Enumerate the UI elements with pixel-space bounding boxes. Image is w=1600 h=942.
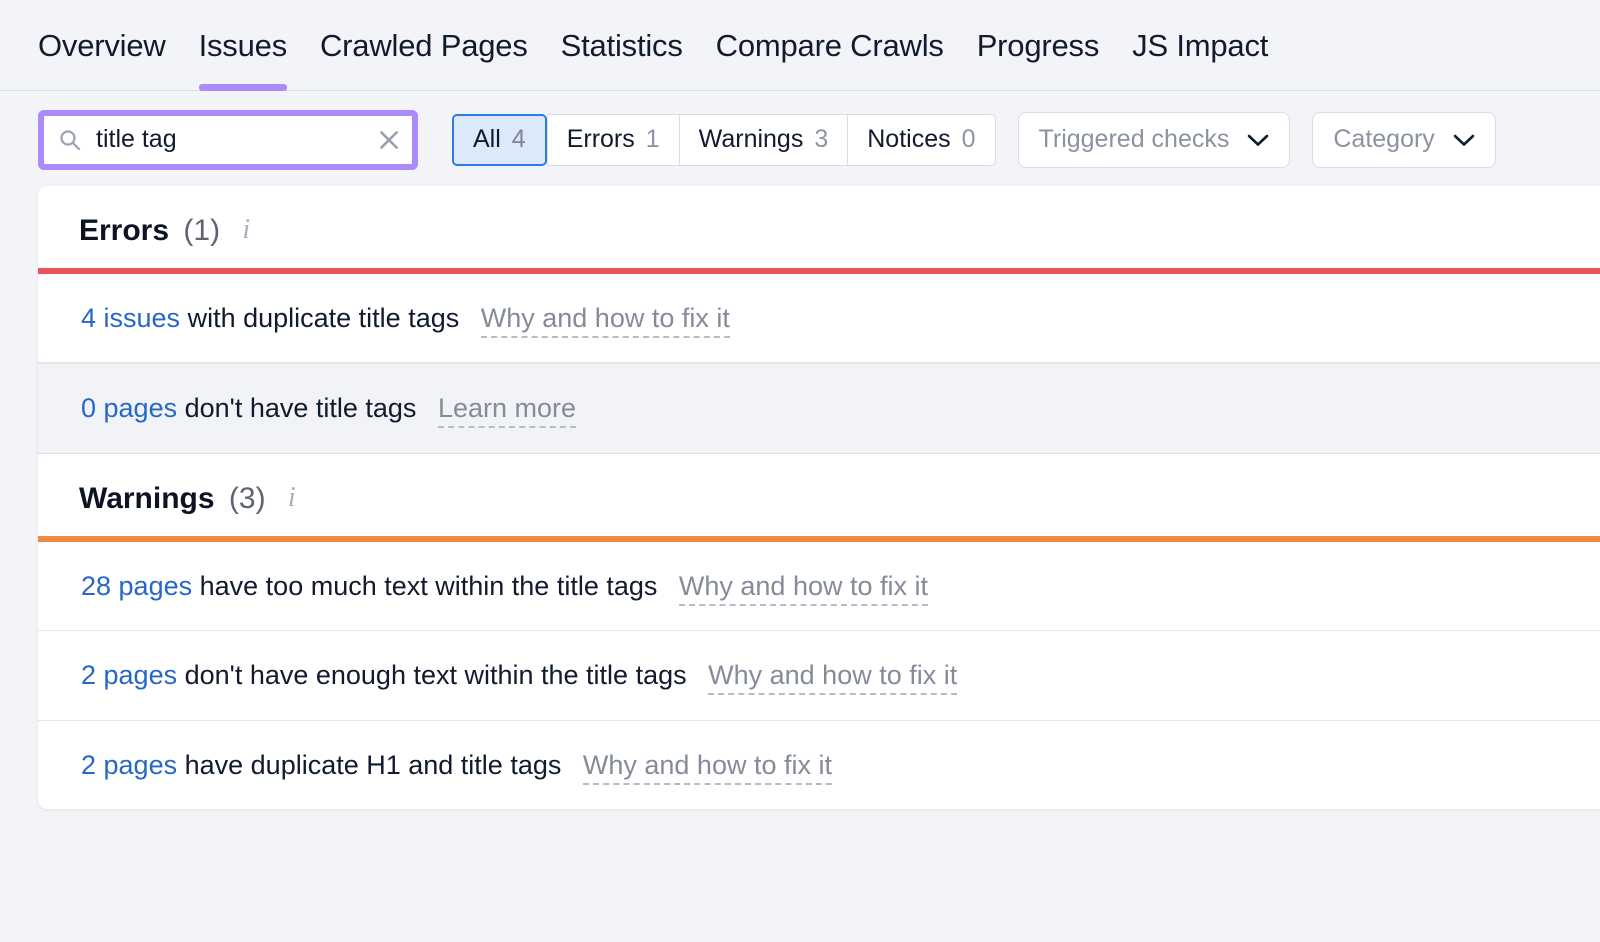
filter-warnings[interactable]: Warnings 3 [680, 114, 849, 166]
triggered-checks-dropdown[interactable]: Triggered checks [1018, 112, 1291, 168]
tab-statistics[interactable]: Statistics [561, 30, 683, 91]
filter-errors-count: 1 [646, 125, 660, 154]
group-header-errors: Errors (1) i [38, 186, 1600, 268]
filter-all-label: All [473, 125, 501, 154]
tab-compare-crawls[interactable]: Compare Crawls [716, 30, 944, 91]
filter-notices[interactable]: Notices 0 [848, 114, 995, 166]
filter-notices-label: Notices [867, 125, 950, 154]
issues-card: Errors (1) i 4 issues with duplicate tit… [38, 186, 1600, 809]
group-header-warnings: Warnings (3) i [38, 454, 1600, 536]
tab-overview[interactable]: Overview [38, 30, 166, 91]
info-icon[interactable]: i [242, 216, 250, 244]
group-name-errors: Errors [79, 214, 169, 247]
tab-js-impact[interactable]: JS Impact [1132, 30, 1268, 91]
issue-help-link[interactable]: Why and how to fix it [679, 571, 928, 606]
issue-count-link[interactable]: 2 pages [81, 750, 177, 780]
filter-all-count: 4 [512, 125, 526, 154]
issue-count-link[interactable]: 4 issues [81, 303, 180, 333]
close-icon[interactable] [376, 127, 402, 153]
issue-help-link[interactable]: Learn more [438, 393, 576, 428]
issue-description: have duplicate H1 and title tags [185, 750, 562, 780]
issue-help-link[interactable]: Why and how to fix it [481, 303, 730, 338]
tab-compare-crawls-label: Compare Crawls [716, 28, 944, 63]
group-count-errors: (1) [183, 214, 220, 247]
filter-all[interactable]: All 4 [452, 114, 547, 166]
issue-count-link[interactable]: 2 pages [81, 660, 177, 690]
issue-help-link[interactable]: Why and how to fix it [708, 660, 957, 695]
filter-notices-count: 0 [962, 125, 976, 154]
tab-issues-label: Issues [199, 28, 287, 63]
filter-warnings-label: Warnings [699, 125, 804, 154]
issue-row[interactable]: 0 pages don't have title tags Learn more [38, 363, 1600, 453]
issue-row[interactable]: 2 pages don't have enough text within th… [38, 631, 1600, 720]
issue-row[interactable]: 4 issues with duplicate title tags Why a… [38, 274, 1600, 363]
issue-count-link[interactable]: 28 pages [81, 571, 192, 601]
severity-filter-group: All 4 Errors 1 Warnings 3 Notices 0 [452, 114, 996, 166]
chevron-down-icon [1247, 133, 1269, 147]
tab-js-impact-label: JS Impact [1132, 28, 1268, 63]
tab-statistics-label: Statistics [561, 28, 683, 63]
tab-overview-label: Overview [38, 28, 166, 63]
triggered-checks-label: Triggered checks [1039, 125, 1230, 154]
issue-row[interactable]: 2 pages have duplicate H1 and title tags… [38, 721, 1600, 809]
filter-errors-label: Errors [567, 125, 635, 154]
main-tab-bar: Overview Issues Crawled Pages Statistics… [0, 0, 1600, 91]
tab-progress[interactable]: Progress [977, 30, 1099, 91]
info-icon[interactable]: i [288, 484, 296, 512]
filter-errors[interactable]: Errors 1 [547, 114, 680, 166]
tab-crawled-pages[interactable]: Crawled Pages [320, 30, 528, 91]
issue-description: have too much text within the title tags [200, 571, 658, 601]
search-input[interactable] [96, 125, 368, 154]
filter-warnings-count: 3 [814, 125, 828, 154]
group-count-warnings: (3) [229, 482, 266, 515]
category-dropdown[interactable]: Category [1312, 112, 1495, 168]
issue-row[interactable]: 28 pages have too much text within the t… [38, 542, 1600, 631]
issue-description: with duplicate title tags [188, 303, 460, 333]
issue-description: don't have title tags [185, 393, 417, 423]
search-box[interactable] [38, 110, 418, 170]
chevron-down-icon [1453, 133, 1475, 147]
group-name-warnings: Warnings [79, 482, 215, 515]
issue-count-link[interactable]: 0 pages [81, 393, 177, 423]
filter-bar: All 4 Errors 1 Warnings 3 Notices 0 Trig… [0, 91, 1600, 171]
search-icon [58, 128, 82, 152]
category-label: Category [1333, 125, 1434, 154]
issue-help-link[interactable]: Why and how to fix it [583, 750, 832, 785]
issue-description: don't have enough text within the title … [185, 660, 687, 690]
tab-issues[interactable]: Issues [199, 30, 287, 91]
tab-progress-label: Progress [977, 28, 1099, 63]
tab-crawled-pages-label: Crawled Pages [320, 28, 528, 63]
